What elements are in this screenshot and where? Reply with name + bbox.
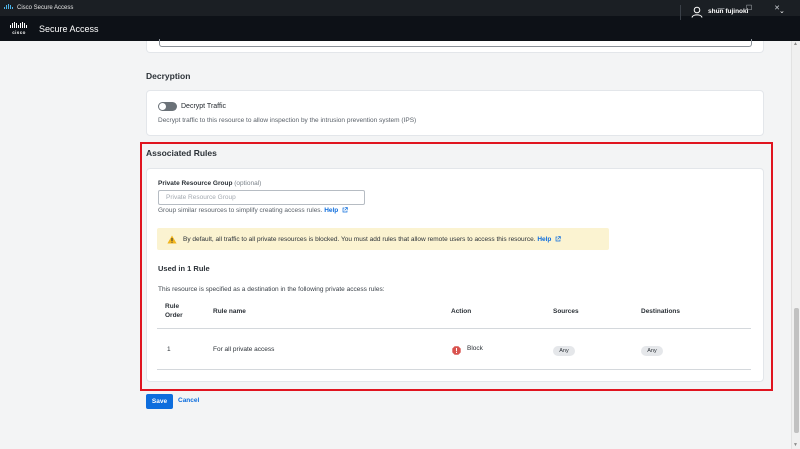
default-block-warning: By default, all traffic to all private r… [157, 228, 609, 250]
group-hint: Group similar resources to simplify crea… [158, 207, 348, 214]
previous-field[interactable] [159, 39, 752, 47]
group-label-text: Private Resource Group [158, 180, 233, 187]
external-link-icon[interactable] [342, 207, 348, 213]
cisco-app-icon [4, 3, 14, 13]
warning-message: By default, all traffic to all private r… [183, 235, 536, 243]
private-resource-group-field[interactable] [158, 190, 365, 205]
app-name: Secure Access [39, 23, 99, 34]
cisco-bars-icon [10, 22, 27, 28]
page-scrollbar[interactable]: ▲ ▼ [791, 41, 800, 449]
private-resource-group-label: Private Resource Group (optional) [158, 180, 261, 187]
chevron-down-icon[interactable]: ⌄ [779, 7, 785, 15]
rule-order-cell: 1 [167, 346, 171, 353]
cisco-logo: cisco [10, 22, 28, 35]
help-link[interactable]: Help [324, 207, 338, 214]
private-resource-group-input[interactable] [159, 191, 364, 204]
warning-text: By default, all traffic to all private r… [183, 236, 561, 243]
warning-icon [167, 235, 177, 243]
decryption-title: Decryption [146, 71, 191, 81]
destinations-badge: Any [641, 346, 663, 356]
decryption-description: Decrypt traffic to this resource to allo… [158, 117, 417, 124]
cisco-wordmark: cisco [12, 30, 26, 35]
decryption-card: Decrypt Traffic Decrypt traffic to this … [146, 90, 764, 136]
block-icon [452, 346, 461, 355]
previous-section-card [146, 39, 764, 53]
column-sources: Sources [553, 308, 579, 315]
header-divider [680, 5, 681, 20]
column-destinations: Destinations [641, 308, 681, 315]
sources-badge: Any [553, 346, 575, 356]
warning-help-link[interactable]: Help [537, 236, 551, 243]
used-in-rules-title: Used in 1 Rule [158, 264, 210, 273]
toggle-knob [159, 103, 166, 110]
column-rule-order-line1: Rule [165, 303, 180, 310]
external-link-icon[interactable] [555, 236, 561, 242]
user-name[interactable]: shun fujinoki [708, 8, 748, 15]
cancel-button[interactable]: Cancel [178, 397, 199, 404]
decrypt-traffic-toggle[interactable] [158, 102, 177, 111]
window-title: Cisco Secure Access [17, 5, 74, 11]
scrollbar-thumb[interactable] [794, 308, 799, 433]
scroll-down-icon[interactable]: ▼ [793, 442, 798, 448]
associated-rules-title: Associated Rules [146, 148, 217, 158]
used-in-rules-description: This resource is specified as a destinat… [158, 286, 385, 293]
rule-name-cell[interactable]: For all private access [213, 346, 274, 353]
table-header-divider [157, 328, 751, 329]
user-icon[interactable] [691, 6, 703, 18]
column-rule-order-line2: Order [165, 312, 183, 319]
decrypt-traffic-label: Decrypt Traffic [181, 103, 226, 110]
scroll-up-icon[interactable]: ▲ [793, 41, 798, 47]
column-rule-name: Rule name [213, 308, 246, 315]
optional-label: (optional) [234, 180, 262, 187]
associated-rules-card: Private Resource Group (optional) Group … [146, 168, 764, 382]
table-row-divider [157, 369, 751, 370]
column-rule-order: Rule Order [165, 302, 183, 320]
save-button[interactable]: Save [146, 394, 173, 409]
column-action: Action [451, 308, 472, 315]
group-hint-text: Group similar resources to simplify crea… [158, 207, 323, 214]
action-cell: Block [467, 345, 483, 352]
